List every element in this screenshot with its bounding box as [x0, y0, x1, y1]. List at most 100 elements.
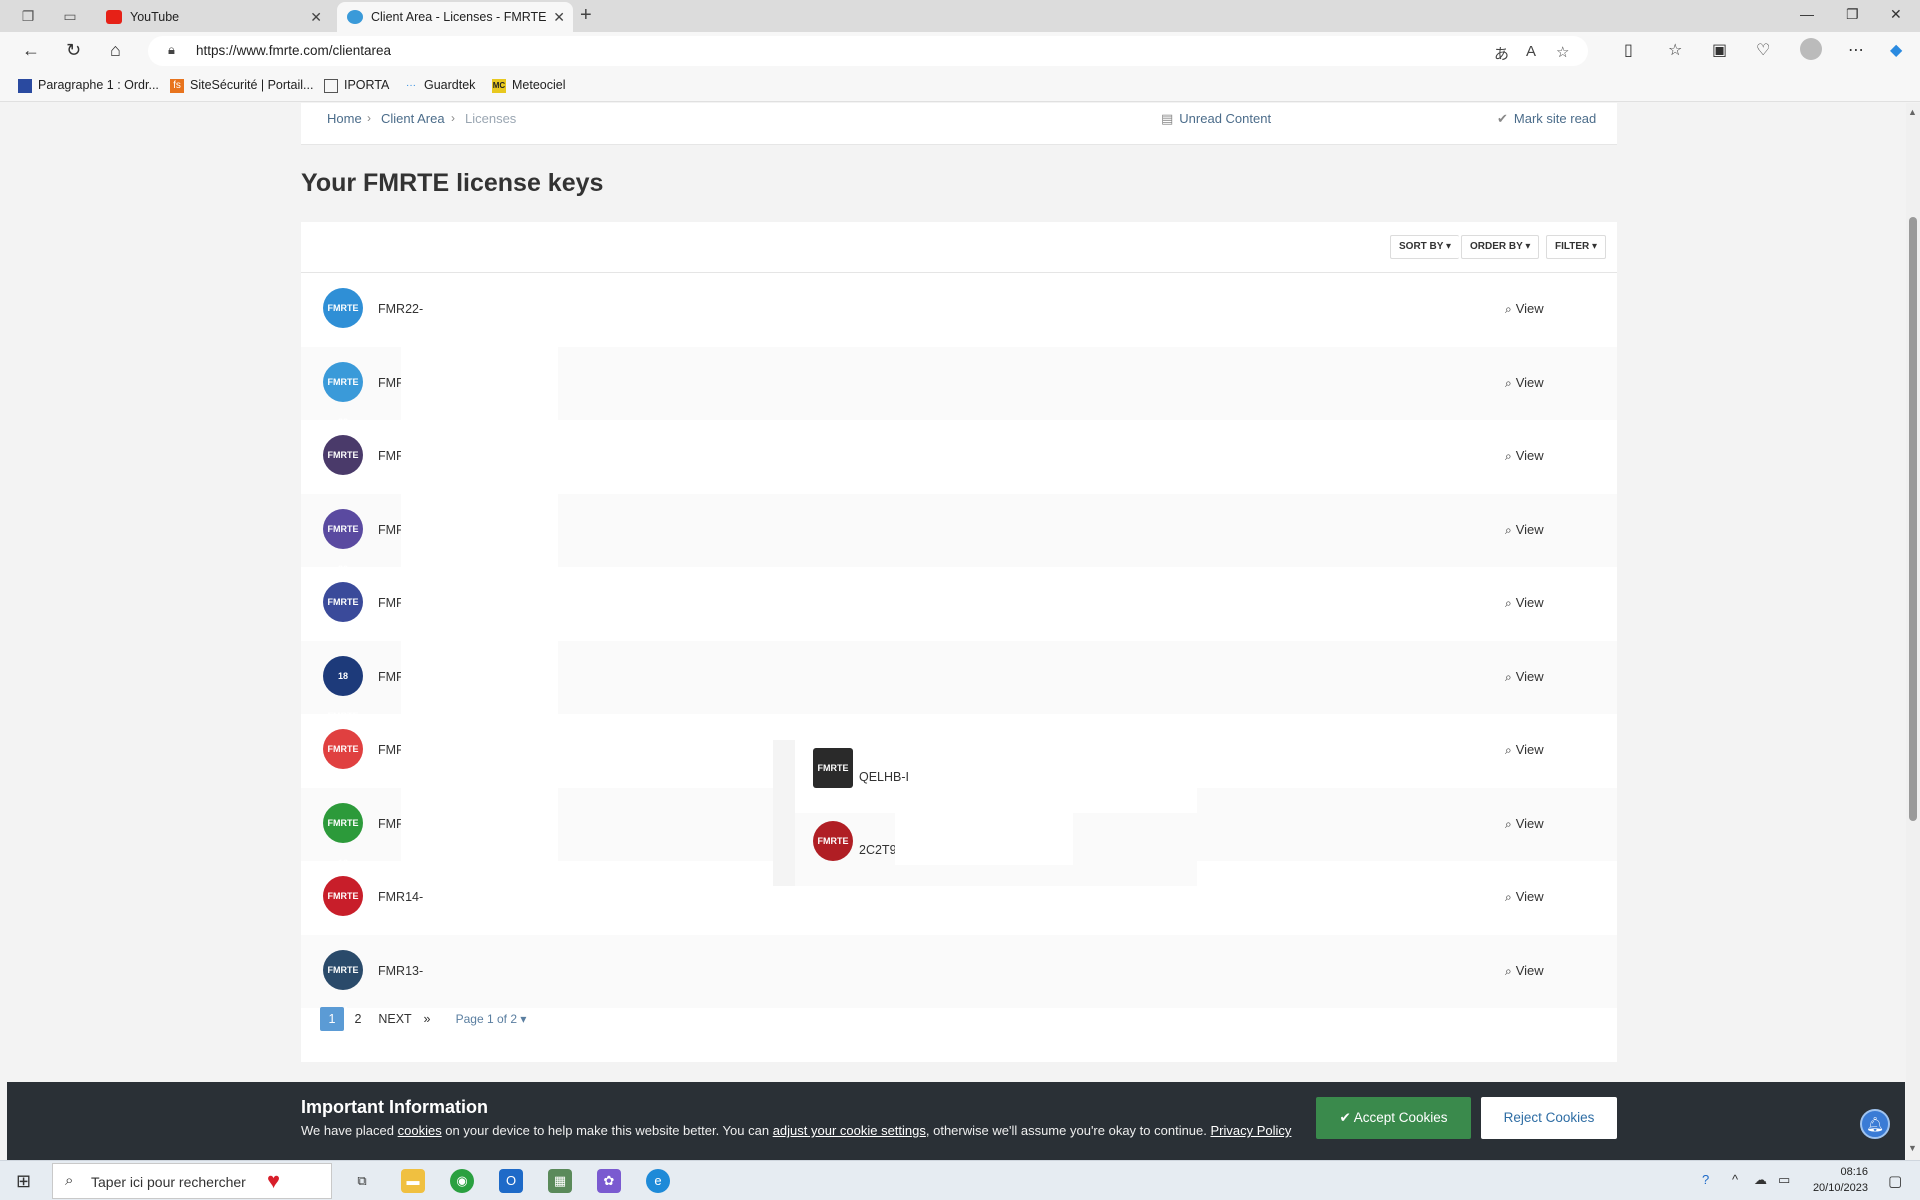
view-label: View — [1515, 962, 1544, 978]
close-tab-icon[interactable]: ✕ — [310, 2, 322, 32]
tab-fmrte[interactable]: Client Area - Licenses - FMRTE ✕ — [337, 2, 573, 32]
search-icon: ⌕ — [1505, 890, 1512, 904]
cookies-link[interactable]: cookies — [398, 1123, 442, 1138]
restore-icon[interactable]: ❐ — [1846, 6, 1859, 23]
split-screen-icon[interactable]: ▯ — [1624, 40, 1633, 60]
scrollbar-thumb[interactable] — [1909, 217, 1917, 821]
close-tab-icon[interactable]: ✕ — [553, 2, 565, 32]
search-icon: ⌕ — [65, 1172, 74, 1189]
notification-bell-icon[interactable]: 🔔︎ — [1860, 1109, 1890, 1139]
unread-content-link[interactable]: ▤ Unread Content — [1161, 111, 1271, 127]
notifications-icon[interactable]: ▢ — [1888, 1172, 1902, 1190]
logo-badge: FMRTE 14 — [323, 949, 363, 1015]
breadcrumb-home[interactable]: Home — [327, 111, 362, 126]
redaction-block — [895, 813, 1073, 865]
scroll-up-icon[interactable]: ▲ — [1908, 107, 1917, 117]
reject-cookies-button[interactable]: Reject Cookies — [1481, 1097, 1617, 1139]
clock-date: 20/10/2023 — [1812, 1182, 1868, 1194]
show-hidden-icons-icon[interactable]: ^ — [1732, 1172, 1738, 1187]
app-icon[interactable]: ▦ — [548, 1169, 572, 1193]
profile-avatar-icon[interactable] — [1800, 38, 1822, 60]
breadcrumb-licenses: Licenses — [465, 111, 517, 126]
home-icon[interactable]: ⌂ — [110, 40, 121, 61]
search-icon: ⌕ — [1505, 669, 1512, 684]
scroll-down-icon[interactable]: ▼ — [1908, 1143, 1917, 1153]
view-license-link[interactable]: ⌕ View — [1505, 889, 1544, 905]
search-icon: ⌕ — [1505, 596, 1512, 610]
redaction-block — [401, 346, 558, 876]
page-icon — [324, 78, 338, 93]
page-1-button[interactable]: 1 — [320, 1007, 344, 1031]
tab-actions-icon[interactable]: ▭ — [60, 6, 80, 26]
bookmark-paragraphe[interactable]: Paragraphe 1 : Ordr... — [18, 78, 159, 93]
view-license-link[interactable]: ⌕ View — [1505, 448, 1544, 464]
read-aloud-icon[interactable]: A — [1526, 43, 1536, 60]
taskbar-search[interactable]: ⌕ Taper ici pour rechercher ♥ — [52, 1163, 332, 1199]
translate-icon[interactable]: あ — [1494, 43, 1509, 64]
favorites-icon[interactable]: ☆ — [1668, 40, 1682, 60]
help-icon[interactable]: ? — [1702, 1172, 1709, 1187]
view-license-link[interactable]: ⌕ View — [1505, 375, 1544, 391]
next-page-button[interactable]: NEXT — [377, 1007, 413, 1031]
view-license-link[interactable]: ⌕ View — [1505, 595, 1544, 611]
cloud-icon[interactable]: ☁ — [1754, 1172, 1767, 1188]
filter-bar: SORT BY ▾ ORDER BY ▾ FILTER ▾ — [301, 222, 1617, 273]
page-scrollbar[interactable]: ▲ ▼ — [1906, 103, 1920, 1160]
page-jump-dropdown[interactable]: Page 1 of 2 ▾ — [451, 1007, 531, 1031]
bookmark-guardtek[interactable]: ··· Guardtek — [404, 78, 475, 93]
fmrte-logo-icon: FMRTE 22 — [323, 361, 363, 427]
network-icon[interactable]: ▭ — [1778, 1172, 1790, 1188]
windows-start-icon[interactable]: ⊞ — [16, 1171, 31, 1192]
outlook-icon[interactable]: O — [499, 1169, 523, 1193]
taskbar-clock[interactable]: 08:16 20/10/2023 — [1796, 1164, 1868, 1196]
view-license-link[interactable]: ⌕ View — [1505, 522, 1544, 538]
filter-button[interactable]: FILTER ▾ — [1546, 235, 1607, 259]
page-content: Home › Client Area › Licenses ▤ Unread Co… — [7, 103, 1905, 1160]
view-label: View — [1515, 595, 1544, 610]
sort-by-button[interactable]: SORT BY ▾ — [1390, 235, 1460, 259]
more-menu-icon[interactable]: ⋯ — [1848, 40, 1864, 60]
mark-site-read-link[interactable]: ✔ Mark site read — [1497, 111, 1596, 127]
page-2-button[interactable]: 2 — [349, 1007, 367, 1031]
accept-cookies-button[interactable]: ✔ Accept Cookies — [1316, 1097, 1471, 1139]
minimize-icon[interactable]: — — [1800, 6, 1814, 22]
bookmark-sitesecurite[interactable]: fs SiteSécurité | Portail... — [170, 78, 313, 93]
view-license-link[interactable]: ⌕ View — [1505, 742, 1544, 758]
view-license-link[interactable]: ⌕ View — [1505, 963, 1544, 979]
youtube-icon — [106, 10, 122, 24]
browser-tab-bar: ❐ ▭ YouTube ✕ Client Area - Licenses - F… — [0, 0, 1920, 32]
overlay-row: FMRTE 13 QELHB-I — [795, 740, 1197, 813]
view-license-link[interactable]: ⌕ View — [1505, 816, 1544, 832]
bookmark-meteociel[interactable]: MC Meteociel — [492, 78, 566, 93]
license-key-text: FMR14- — [378, 890, 424, 904]
breadcrumb-client-area[interactable]: Client Area — [381, 111, 445, 126]
page-title: Your FMRTE license keys — [301, 169, 604, 197]
edge-icon[interactable]: e — [646, 1169, 670, 1193]
close-window-icon[interactable]: ✕ — [1890, 6, 1902, 23]
order-by-button[interactable]: ORDER BY ▾ — [1461, 235, 1540, 259]
back-icon[interactable]: ← — [22, 40, 40, 61]
collections-icon[interactable]: ▣ — [1712, 40, 1727, 60]
bookmark-iporta[interactable]: IPORTA — [324, 78, 389, 93]
url-field[interactable]: 🔒︎ https://www.fmrte.com/clientarea あ A … — [148, 36, 1588, 66]
logo-badge: FMRTE 22 — [323, 361, 363, 427]
view-license-link[interactable]: ⌕ View — [1505, 301, 1544, 317]
refresh-icon[interactable]: ↻ — [66, 40, 81, 61]
file-explorer-icon[interactable]: ▬ — [401, 1169, 425, 1193]
task-view-icon[interactable]: ⧉ — [350, 1169, 374, 1193]
browser-essentials-icon[interactable]: ♡ — [1756, 40, 1770, 60]
chrome-icon[interactable]: ◉ — [450, 1169, 474, 1193]
bookmark-label: Paragraphe 1 : Ordr... — [38, 78, 159, 92]
view-license-link[interactable]: ⌕ View — [1505, 669, 1544, 685]
favorite-star-icon[interactable]: ☆ — [1556, 43, 1569, 61]
copilot-icon[interactable]: ◆ — [1890, 40, 1902, 60]
workspaces-icon[interactable]: ❐ — [18, 6, 38, 26]
last-page-icon[interactable]: » — [417, 1007, 437, 1031]
url-text[interactable]: https://www.fmrte.com/clientarea — [196, 43, 391, 58]
logo-badge: FMRTE 20 — [323, 508, 363, 574]
privacy-policy-link[interactable]: Privacy Policy — [1211, 1123, 1292, 1138]
tab-youtube[interactable]: YouTube ✕ — [96, 2, 330, 32]
new-tab-icon[interactable]: + — [580, 4, 592, 27]
cookie-settings-link[interactable]: adjust your cookie settings — [773, 1123, 926, 1138]
teams-icon[interactable]: ✿ — [597, 1169, 621, 1193]
